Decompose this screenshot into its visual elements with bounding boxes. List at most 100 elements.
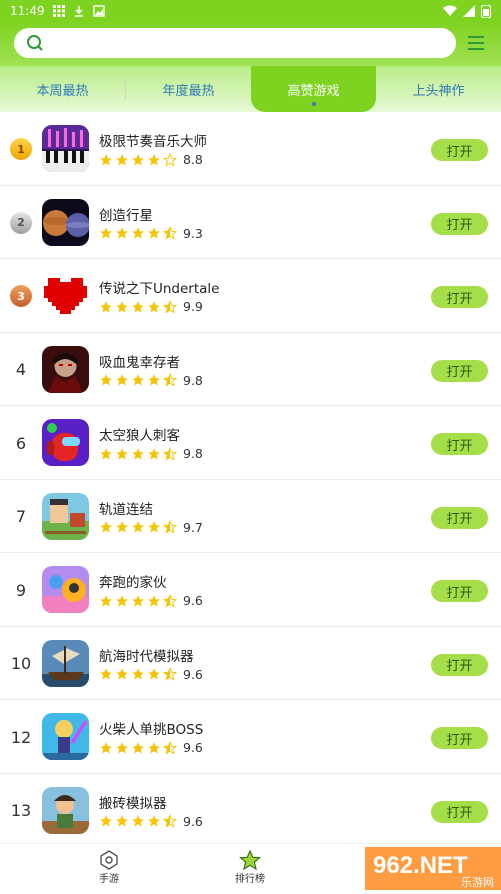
rating-stars: 9.9 — [99, 299, 203, 314]
rating-score: 8.8 — [183, 152, 203, 167]
download-icon — [74, 6, 83, 17]
star-full-icon — [132, 374, 144, 386]
rank-badge: 2 — [6, 210, 36, 236]
rating-stars: 9.8 — [99, 373, 203, 388]
star-full-icon — [100, 300, 112, 313]
tab-top-rated[interactable]: 高赞游戏 — [251, 66, 376, 112]
star-half-icon — [163, 226, 177, 240]
tab-yearly-hot[interactable]: 年度最热 — [126, 66, 251, 112]
star-full-icon — [148, 374, 160, 386]
star-full-icon — [148, 227, 160, 239]
nav-mobile-games[interactable]: 手游 — [79, 850, 139, 885]
open-button[interactable]: 打开 — [431, 286, 488, 308]
open-button[interactable]: 打开 — [431, 800, 488, 823]
open-button[interactable]: 打开 — [431, 653, 488, 676]
star-full-icon — [132, 153, 144, 166]
app-icon[interactable] — [42, 713, 89, 760]
search-box[interactable] — [14, 28, 456, 58]
rating-score: 9.3 — [183, 225, 203, 241]
rank-number: 6 — [15, 433, 27, 453]
search-icon — [27, 35, 43, 51]
game-list: 1 极限节奏音乐大师 8.8 打开 2 创造行星 9.3 打开 3 传说之下Un… — [0, 112, 501, 843]
list-item[interactable]: 13 搬砖模拟器 9.6 打开 — [0, 774, 501, 844]
list-item[interactable]: 7 轨道连结 9.7 打开 — [0, 480, 501, 553]
game-name: 奔跑的家伙 — [99, 575, 167, 591]
ranking-tabs: 本周最热 年度最热 高赞游戏 上头神作 — [0, 66, 501, 112]
tab-label: 上头神作 — [412, 83, 465, 99]
star-full-icon — [132, 521, 144, 533]
game-name: 航海时代模拟器 — [99, 648, 194, 665]
game-name: 火柴人单挑BOSS — [99, 722, 204, 738]
star-half-icon — [163, 740, 177, 755]
tab-label: 本周最热 — [36, 83, 89, 99]
rank-number: 12 — [10, 727, 32, 747]
app-icon[interactable] — [42, 345, 89, 393]
rank-number: 13 — [10, 801, 32, 820]
app-icon[interactable] — [42, 419, 89, 466]
status-time: 11:49 — [10, 4, 45, 18]
star-full-icon — [132, 668, 144, 680]
star-full-icon — [148, 594, 160, 607]
open-button[interactable]: 打开 — [431, 359, 488, 382]
gold-medal-icon: 1 — [10, 138, 32, 160]
app-icon[interactable] — [42, 272, 89, 319]
app-icon[interactable] — [42, 198, 89, 246]
tab-weekly-hot[interactable]: 本周最热 — [0, 66, 125, 112]
silver-medal-icon: 2 — [10, 211, 32, 234]
search-input[interactable] — [52, 35, 432, 51]
list-item[interactable]: 3 传说之下Undertale 9.9 打开 — [0, 259, 501, 333]
undertale-heart-icon — [42, 272, 89, 319]
rank-number: 9 — [15, 580, 27, 600]
open-button[interactable]: 打开 — [431, 139, 488, 161]
star-full-icon — [100, 741, 112, 754]
rating-stars: 9.6 — [99, 814, 203, 829]
game-name: 太空狼人刺客 — [99, 428, 180, 444]
list-item[interactable]: 10 航海时代模拟器 9.6 打开 — [0, 627, 501, 700]
star-full-icon — [116, 815, 128, 827]
watermark-logo: 962.NET — [373, 852, 468, 879]
rank-badge: 3 — [6, 283, 36, 309]
open-button[interactable]: 打开 — [431, 727, 488, 749]
rail-connect-icon — [42, 492, 89, 540]
list-item[interactable]: 12 火柴人单挑BOSS 9.6 打开 — [0, 700, 501, 774]
star-full-icon — [148, 668, 160, 680]
app-icon[interactable] — [42, 125, 89, 172]
rating-score: 9.8 — [183, 446, 203, 461]
star-half-icon — [163, 814, 177, 828]
open-button[interactable]: 打开 — [431, 212, 488, 235]
app-icon[interactable] — [42, 786, 89, 834]
rank-number: 7 — [15, 507, 27, 526]
open-button[interactable]: 打开 — [431, 506, 488, 529]
tab-label: 高赞游戏 — [287, 83, 340, 99]
tab-addictive-picks[interactable]: 上头神作 — [376, 66, 501, 112]
star-full-icon — [132, 227, 144, 239]
stickman-boss-icon — [42, 713, 89, 760]
star-full-icon — [132, 594, 144, 607]
app-icon[interactable] — [42, 639, 89, 687]
list-item[interactable]: 6 太空狼人刺客 9.8 打开 — [0, 406, 501, 480]
list-item[interactable]: 2 创造行星 9.3 打开 — [0, 186, 501, 259]
open-button[interactable]: 打开 — [431, 433, 488, 455]
wifi-icon — [443, 5, 457, 16]
list-item[interactable]: 4 吸血鬼幸存者 9.8 打开 — [0, 333, 501, 406]
open-button[interactable]: 打开 — [431, 580, 488, 602]
star-full-icon — [116, 521, 128, 533]
app-icon[interactable] — [42, 566, 89, 613]
star-full-icon — [100, 594, 112, 607]
header — [0, 22, 501, 70]
star-full-icon — [116, 447, 128, 460]
star-full-icon — [116, 374, 128, 386]
list-item[interactable]: 1 极限节奏音乐大师 8.8 打开 — [0, 112, 501, 186]
watermark-subtext: 乐游网 — [461, 876, 494, 889]
list-item[interactable]: 9 奔跑的家伙 9.6 打开 — [0, 553, 501, 627]
nav-rankings[interactable]: 排行榜 — [220, 850, 280, 885]
star-full-icon — [132, 741, 144, 754]
game-name: 创造行星 — [99, 207, 153, 224]
app-icon[interactable] — [42, 492, 89, 540]
menu-button[interactable] — [464, 31, 488, 55]
nav-label: 手游 — [99, 874, 119, 885]
pirate-ship-icon — [42, 639, 89, 687]
star-full-icon — [100, 521, 112, 533]
game-name: 吸血鬼幸存者 — [99, 354, 180, 371]
rating-score: 9.6 — [183, 813, 203, 829]
